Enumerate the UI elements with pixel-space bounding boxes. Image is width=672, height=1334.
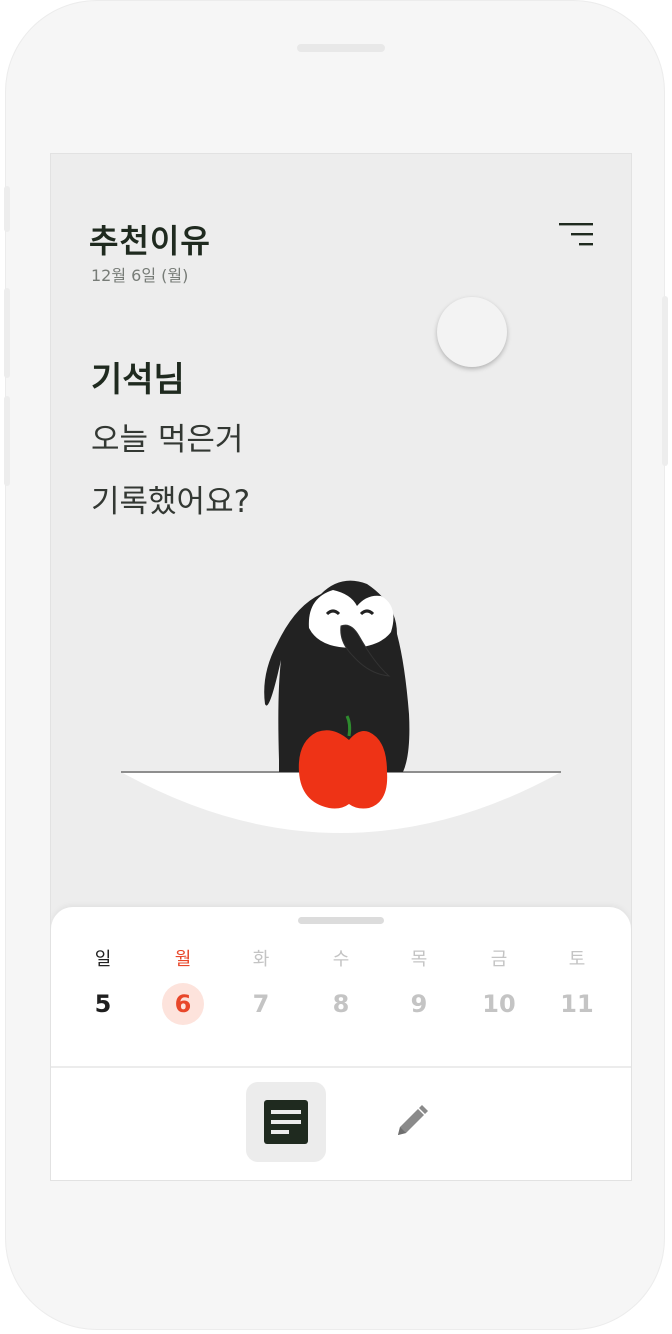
menu-lines-icon[interactable]: [559, 220, 593, 250]
sheet-divider: [51, 1066, 631, 1068]
app-screen: 추천이유 12월 6일 (월) 기석님 오늘 먹은거 기록했어요? 일 5 월 …: [51, 154, 631, 1180]
week-calendar: 일 5 월 6 화 7 수 8 목 9 금 10 토 11: [51, 947, 631, 1027]
calendar-day-mon[interactable]: 월 6: [153, 947, 213, 1025]
phone-frame: 추천이유 12월 6일 (월) 기석님 오늘 먹은거 기록했어요? 일 5 월 …: [4, 0, 668, 1330]
day-number: 7: [252, 990, 270, 1018]
greeting-line-2: 기록했어요?: [91, 484, 251, 520]
bottom-sheet: 일 5 월 6 화 7 수 8 목 9 금 10 토 11: [51, 907, 631, 1180]
day-number: 10: [482, 990, 516, 1018]
pencil-icon: [398, 1105, 428, 1135]
greeting-line-1: 오늘 먹은거: [91, 422, 244, 458]
calendar-day-sat[interactable]: 토 11: [547, 947, 607, 1025]
greeting-name: 기석님: [91, 360, 185, 400]
phone-power-button: [662, 296, 668, 466]
floating-circle-button[interactable]: [437, 297, 507, 367]
phone-volume-up: [4, 288, 10, 378]
calendar-day-fri[interactable]: 금 10: [469, 947, 529, 1025]
phone-side-button: [4, 186, 10, 232]
day-of-week-label: 월: [174, 949, 192, 970]
calendar-day-sun[interactable]: 일 5: [73, 947, 133, 1025]
day-of-week-label: 일: [94, 949, 112, 970]
current-date: 12월 6일 (월): [91, 266, 189, 285]
calendar-day-wed[interactable]: 수 8: [311, 947, 371, 1025]
phone-volume-down: [4, 396, 10, 486]
tab-edit[interactable]: [371, 1082, 451, 1162]
penguin-apple-illustration: [119, 564, 563, 848]
day-of-week-label: 화: [252, 949, 270, 970]
day-of-week-label: 토: [568, 949, 586, 970]
sheet-drag-handle[interactable]: [298, 917, 384, 924]
day-number-selected: 6: [162, 983, 204, 1025]
tab-list[interactable]: [246, 1082, 326, 1162]
day-number: 9: [410, 990, 428, 1018]
day-of-week-label: 목: [410, 949, 428, 970]
day-number: 5: [94, 990, 112, 1018]
document-list-icon: [264, 1100, 308, 1144]
day-of-week-label: 수: [332, 949, 350, 970]
day-of-week-label: 금: [490, 949, 508, 970]
calendar-day-tue[interactable]: 화 7: [231, 947, 291, 1025]
calendar-day-thu[interactable]: 목 9: [389, 947, 449, 1025]
day-number: 8: [332, 990, 350, 1018]
day-number: 11: [560, 990, 594, 1018]
phone-speaker: [297, 44, 385, 52]
page-title: 추천이유: [89, 222, 211, 260]
